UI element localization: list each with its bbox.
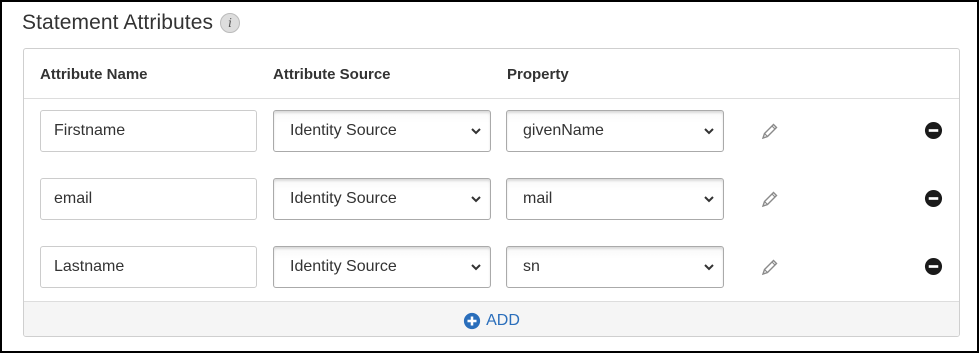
property-value: givenName: [523, 122, 604, 139]
info-icon[interactable]: i: [220, 13, 241, 33]
property-value: mail: [523, 190, 553, 207]
attribute-source-value: Identity Source: [290, 122, 397, 139]
add-label: ADD: [486, 311, 520, 329]
attribute-source-value: Identity Source: [290, 190, 397, 207]
section-title: Statement Attributes: [22, 11, 214, 34]
property-select[interactable]: mail: [506, 178, 724, 220]
property-select[interactable]: givenName: [506, 110, 724, 152]
pencil-icon[interactable]: [760, 121, 780, 141]
chevron-down-icon: [704, 128, 714, 135]
chevron-down-icon: [471, 196, 481, 203]
remove-circle-icon[interactable]: [924, 189, 943, 208]
attribute-source-select[interactable]: Identity Source: [273, 246, 491, 288]
attribute-source-select[interactable]: Identity Source: [273, 110, 491, 152]
attribute-name-input[interactable]: email: [40, 178, 257, 220]
pencil-icon[interactable]: [760, 189, 780, 209]
column-header-property: Property: [507, 66, 569, 83]
attribute-source-select[interactable]: Identity Source: [273, 178, 491, 220]
property-select[interactable]: sn: [506, 246, 724, 288]
attribute-row: email Identity Source mail: [24, 178, 959, 220]
chevron-down-icon: [704, 196, 714, 203]
plus-circle-icon: [464, 312, 481, 329]
attribute-name-input[interactable]: Firstname: [40, 110, 257, 152]
column-header-attribute-source: Attribute Source: [273, 66, 391, 83]
table-header: Attribute Name Attribute Source Property: [24, 49, 959, 99]
attribute-row: Firstname Identity Source givenName: [24, 110, 959, 152]
add-attribute-button[interactable]: ADD: [463, 312, 520, 330]
pencil-icon[interactable]: [760, 257, 780, 277]
chevron-down-icon: [704, 264, 714, 271]
section-title-wrap: Statement Attributes i: [22, 11, 241, 35]
remove-circle-icon[interactable]: [924, 257, 943, 276]
remove-circle-icon[interactable]: [924, 121, 943, 140]
column-header-attribute-name: Attribute Name: [40, 66, 148, 83]
property-value: sn: [523, 258, 540, 275]
attribute-name-input[interactable]: Lastname: [40, 246, 257, 288]
chevron-down-icon: [471, 128, 481, 135]
attribute-row: Lastname Identity Source sn: [24, 246, 959, 288]
add-bar: ADD: [24, 301, 959, 336]
attribute-source-value: Identity Source: [290, 258, 397, 275]
chevron-down-icon: [471, 264, 481, 271]
attributes-panel: Attribute Name Attribute Source Property…: [23, 48, 960, 337]
